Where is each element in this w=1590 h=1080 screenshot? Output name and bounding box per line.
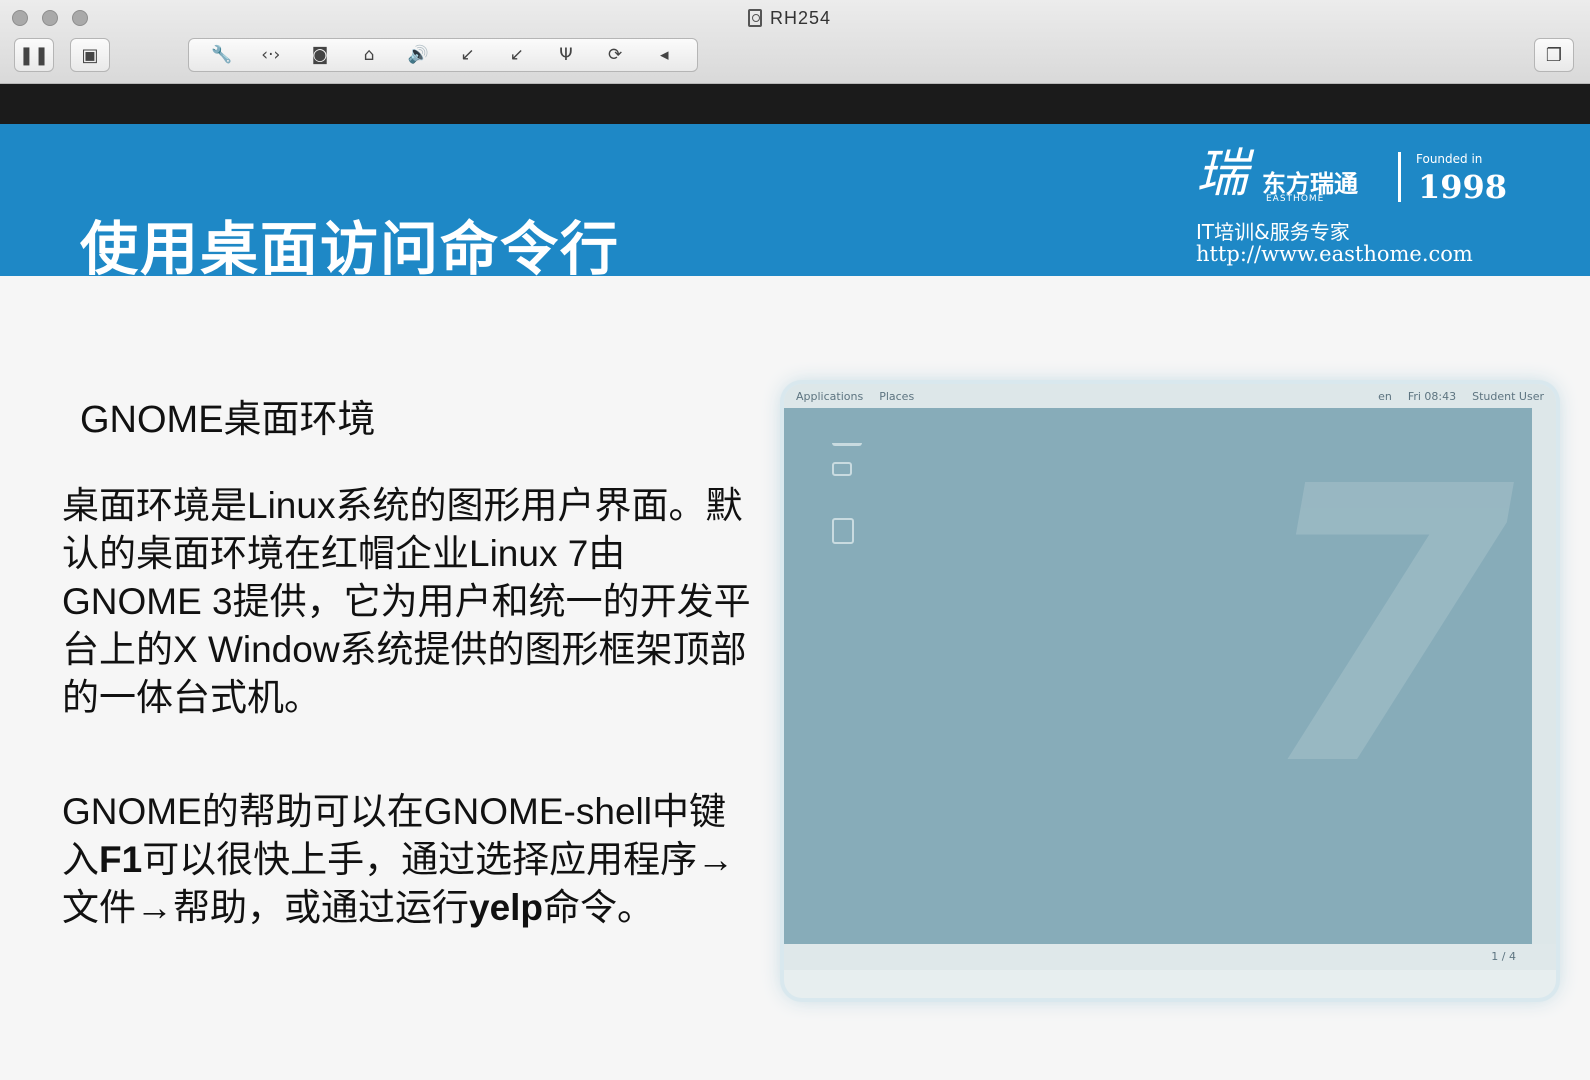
restore-window-icon: ❐ [1545, 44, 1563, 66]
desktop-home-icon [832, 436, 862, 446]
paragraph-gnome-help: GNOME的帮助可以在GNOME-shell中键入F1可以很快上手，通过选择应用… [62, 788, 762, 932]
vm-window-titlebar: RH254 ❚❚ ▣ 🔧 ‹·› ◙ ⌂ 🔊 ↙ ↙ Ψ ⟳ ◂ ❐ [0, 0, 1590, 84]
desktop-trash-icon [832, 518, 854, 544]
minimize-window-button[interactable] [42, 10, 58, 26]
sync-icon[interactable]: ⟳ [600, 45, 630, 65]
gnome-desktop-background: 7 [784, 408, 1532, 944]
snapshot-button[interactable]: ▣ [70, 38, 110, 72]
slide-header: 使用桌面访问命令行 瑞 东方瑞通 EASTHOME Founded in 199… [0, 124, 1590, 283]
volume-icon[interactable]: 🔊 [403, 45, 433, 65]
disk-icon[interactable]: ◙ [305, 45, 335, 65]
logo-divider [1398, 152, 1401, 202]
logo-tagline: IT培训&服务专家 [1196, 220, 1350, 244]
network-arrows-icon[interactable]: ‹·› [256, 45, 286, 65]
help-key-f1: F1 [99, 839, 143, 880]
logo-founded: Founded in [1416, 152, 1483, 166]
slide-body: GNOME桌面环境 桌面环境是Linux系统的图形用户界面。默认的桌面环境在红帽… [0, 276, 1590, 1080]
window-title-text: RH254 [770, 7, 832, 28]
cd-icon[interactable]: ↙ [453, 45, 483, 65]
logo-year: 1998 [1418, 168, 1508, 206]
paragraph-desktop-environment: 桌面环境是Linux系统的图形用户界面。默认的桌面环境在红帽企业Linux 7由… [62, 485, 751, 718]
slide-title: 使用桌面访问命令行 [80, 215, 621, 283]
collapse-arrow-icon[interactable]: ◂ [649, 45, 679, 65]
drive-icon[interactable]: ⌂ [354, 45, 384, 65]
usb-icon[interactable]: Ψ [551, 45, 581, 65]
gnome-bottom-bar: 1 / 4 [784, 944, 1556, 970]
restore-window-button[interactable]: ❐ [1534, 38, 1574, 72]
logo-url: http://www.easthome.com [1196, 242, 1473, 266]
rhel7-wallpaper-numeral: 7 [1215, 408, 1532, 849]
help-command-yelp: yelp [469, 887, 544, 928]
gnome-input-method: en [1378, 389, 1392, 403]
gnome-applications-menu: Applications [796, 389, 864, 403]
gnome-places-menu: Places [879, 389, 915, 403]
logo-mark: 瑞 [1196, 144, 1249, 204]
pause-button[interactable]: ❚❚ [14, 38, 54, 72]
gnome-clock: Fri 08:43 [1407, 389, 1457, 403]
snapshot-icon: ▣ [81, 44, 99, 66]
slide-subheading: GNOME桌面环境 [80, 399, 376, 441]
gnome-desktop-screenshot: Applications Places en Fri 08:43 Student… [784, 384, 1556, 998]
device-toolbar: 🔧 ‹·› ◙ ⌂ 🔊 ↙ ↙ Ψ ⟳ ◂ [188, 38, 698, 72]
logo-subtitle: EASTHOME [1266, 194, 1325, 204]
close-window-button[interactable] [12, 10, 28, 26]
vm-letterbox-bar [0, 84, 1590, 124]
workspace-pager: 1 / 4 [1491, 950, 1516, 963]
help-text-part3: 命令。 [543, 887, 655, 928]
document-icon [748, 9, 762, 27]
zoom-window-button[interactable] [72, 10, 88, 26]
pause-icon: ❚❚ [18, 44, 50, 66]
settings-wrench-icon[interactable]: 🔧 [207, 45, 237, 65]
gnome-user-menu: Student User [1472, 389, 1544, 403]
gnome-top-bar: Applications Places en Fri 08:43 Student… [784, 384, 1556, 408]
company-logo: 瑞 东方瑞通 EASTHOME Founded in 1998 IT培训&服务专… [1196, 142, 1526, 272]
cd-icon[interactable]: ↙ [502, 45, 532, 65]
desktop-folder-icon [832, 462, 852, 476]
window-title: RH254 [748, 6, 831, 30]
gnome-side-strip [1532, 408, 1556, 944]
